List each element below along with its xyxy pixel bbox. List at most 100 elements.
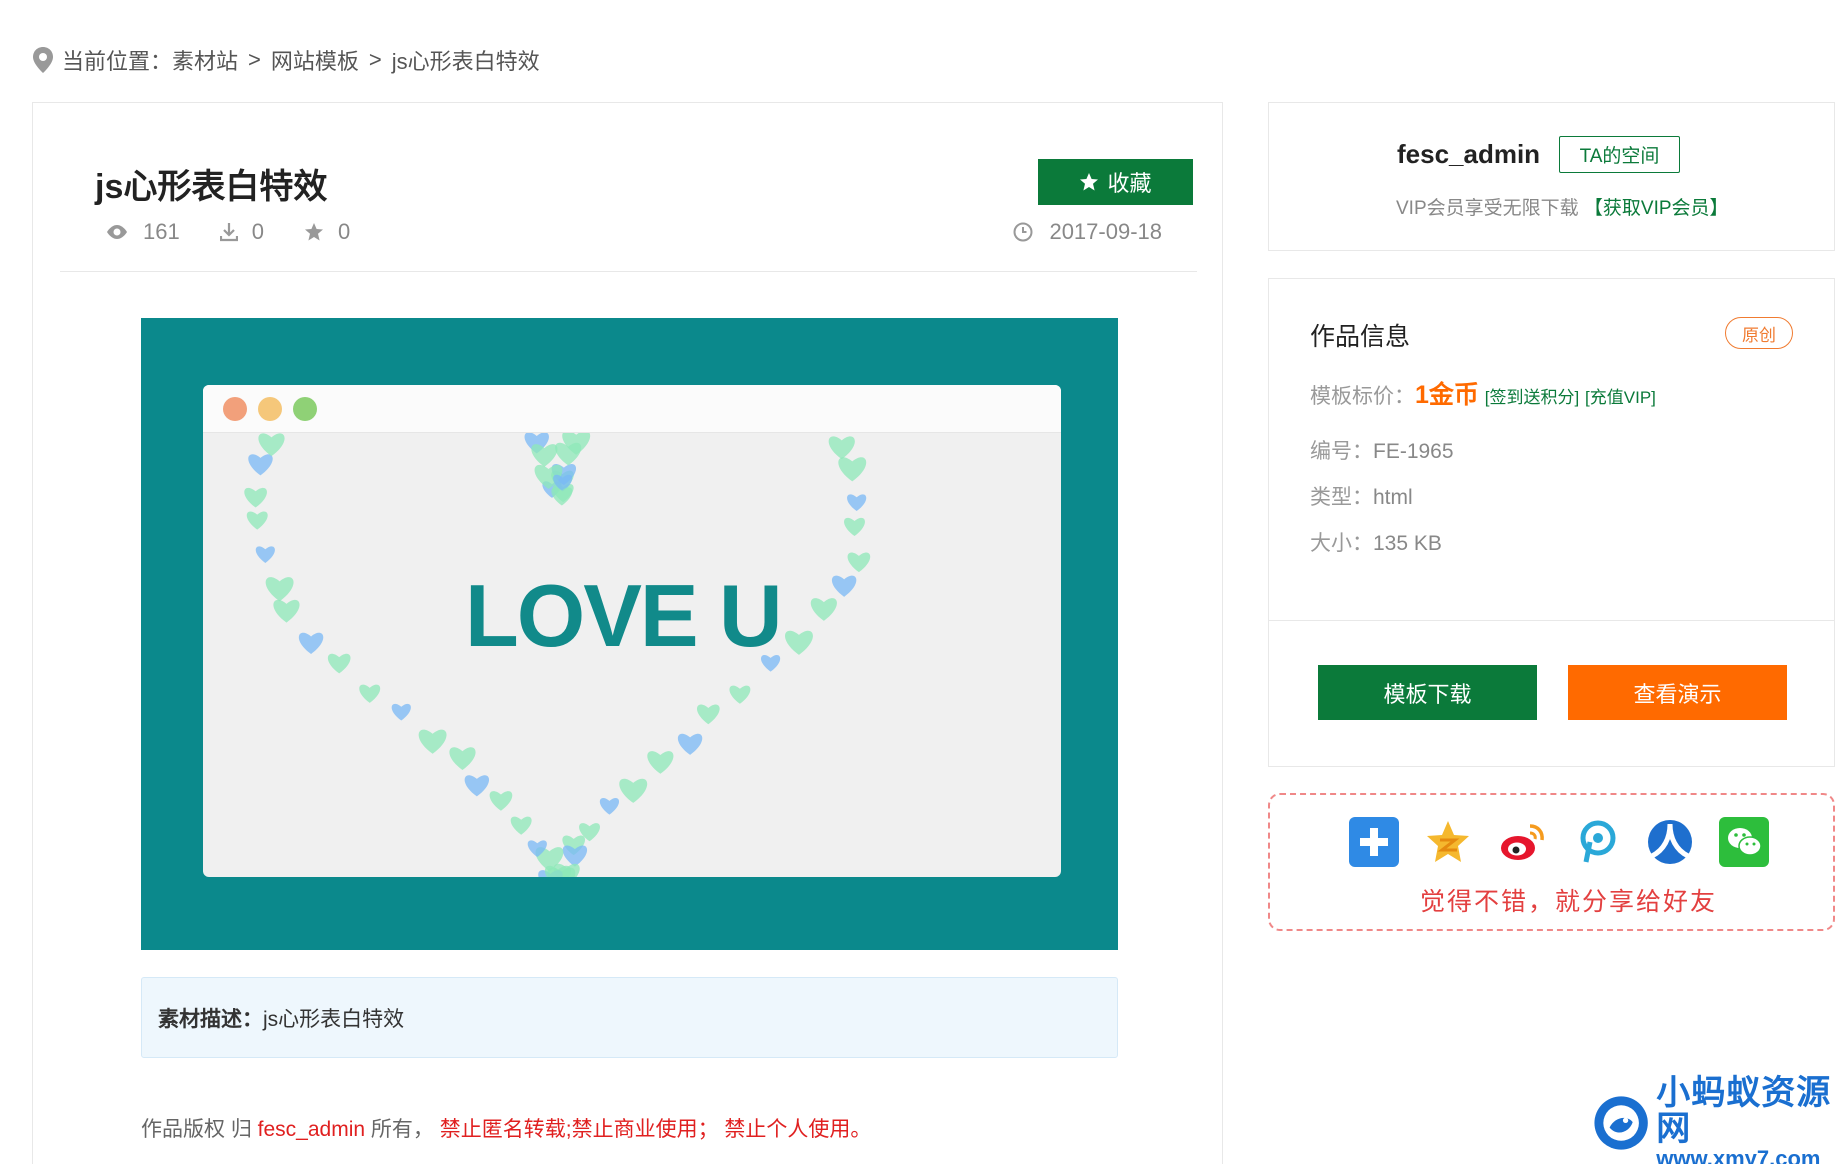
favorite-button[interactable]: 收藏 [1038, 159, 1193, 205]
size-row: 大小：135 KB [1310, 527, 1442, 557]
heart-shape [246, 511, 268, 530]
heart-shape [729, 685, 751, 704]
heart-shape [510, 816, 532, 835]
breadcrumb-separator: > [368, 47, 382, 72]
window-dot-yellow [258, 396, 282, 421]
price-value: 1金币 [1415, 381, 1479, 409]
location-pin-icon [33, 47, 53, 73]
star-icon [304, 223, 323, 241]
copyright-prefix: 作品版权 归 [141, 1118, 258, 1141]
share-box: 觉得不错，就分享给好友 [1268, 793, 1835, 931]
description-value: js心形表白特效 [263, 1007, 405, 1031]
description-box: 素材描述： js心形表白特效 [141, 977, 1118, 1058]
type-value: html [1373, 486, 1413, 509]
heart-shape [489, 791, 513, 811]
recharge-vip-link[interactable]: [充值VIP] [1585, 388, 1656, 407]
ant-logo-icon [1594, 1096, 1648, 1150]
date-value: 2017-09-18 [1049, 219, 1162, 244]
heart-shape [599, 797, 620, 815]
heart-shape [248, 454, 273, 476]
heart-shape [677, 733, 703, 755]
copyright-middle: 所有， [365, 1118, 440, 1141]
stars-stat: 0 [304, 219, 350, 245]
heart-shape [418, 729, 447, 754]
description-label: 素材描述： [158, 1007, 263, 1031]
downloads-stat: 0 [219, 219, 264, 245]
breadcrumb-prefix: 当前位置： [62, 49, 173, 74]
heart-shape [255, 546, 275, 563]
size-label: 大小： [1310, 532, 1373, 555]
id-label: 编号： [1310, 440, 1373, 463]
downloads-count: 0 [251, 219, 264, 244]
watermark-text: 小蚂蚁资源网 www.xmy7.com [1656, 1075, 1843, 1164]
heart-shape [838, 457, 867, 482]
author-box: fesc_admin TA的空间 VIP会员享受无限下载 【获取VIP会员】 [1268, 102, 1835, 251]
heart-shape [391, 703, 411, 721]
type-label: 类型： [1310, 486, 1373, 509]
vip-text: VIP会员享受无限下载 [1396, 198, 1579, 219]
price-label: 模板标价： [1310, 385, 1415, 408]
info-title: 作品信息 [1310, 323, 1411, 351]
qzone-icon[interactable] [1423, 817, 1473, 867]
views-count: 161 [143, 219, 180, 244]
heart-shape [258, 433, 285, 457]
template-download-button[interactable]: 模板下载 [1318, 665, 1537, 720]
heart-shape [298, 632, 324, 654]
preview-image: LOVE U [141, 318, 1118, 950]
type-row: 类型：html [1310, 481, 1413, 511]
breadcrumb-separator: > [248, 47, 261, 72]
view-demo-button[interactable]: 查看演示 [1568, 665, 1787, 720]
author-space-button[interactable]: TA的空间 [1559, 136, 1680, 173]
author-name: fesc_admin [1397, 139, 1541, 169]
star-icon [1080, 173, 1099, 191]
watermark: 小蚂蚁资源网 www.xmy7.com [1590, 1075, 1843, 1164]
breadcrumb-link-sucaizhan[interactable]: 素材站 [172, 44, 238, 76]
renren-icon[interactable] [1645, 817, 1695, 867]
weibo-icon[interactable] [1497, 817, 1547, 867]
breadcrumb-link-templates[interactable]: 网站模板 [271, 44, 359, 76]
publish-date: 2017-09-18 [1013, 219, 1162, 245]
size-value: 135 KB [1373, 532, 1442, 555]
price-row: 模板标价：1金币 [签到送积分] [充值VIP] [1310, 375, 1656, 411]
heart-shape [464, 775, 490, 797]
heart-shape [810, 598, 837, 621]
original-badge: 原创 [1725, 317, 1793, 349]
heart-shape [531, 444, 558, 467]
eye-icon [107, 225, 127, 239]
share-icons [1349, 817, 1793, 867]
browser-mockup: LOVE U [203, 385, 1061, 877]
wechat-icon[interactable] [1719, 817, 1769, 867]
heart-shape [785, 630, 813, 655]
heart-shape [831, 575, 857, 597]
stats-bar: 161 0 0 [105, 219, 390, 245]
page-title: js心形表白特效 [95, 168, 328, 206]
pengyou-icon[interactable] [1571, 817, 1621, 867]
heart-shape [265, 577, 294, 602]
share-text: 觉得不错，就分享给好友 [1420, 888, 1718, 916]
sign-in-link[interactable]: [签到送积分] [1485, 388, 1579, 407]
views-stat: 161 [105, 219, 180, 245]
copyright-owner: fesc_admin [257, 1118, 366, 1141]
clock-icon [1013, 222, 1033, 242]
copyright-restriction: 禁止匿名转载;禁止商业使用； 禁止个人使用。 [439, 1118, 872, 1141]
heart-shape [696, 704, 720, 725]
window-dot-green [293, 396, 317, 421]
heart-shape [844, 517, 865, 536]
watermark-title: 小蚂蚁资源网 [1656, 1074, 1832, 1148]
id-row: 编号：FE-1965 [1310, 435, 1454, 465]
header-divider [60, 271, 1197, 272]
stars-count: 0 [337, 219, 351, 244]
favorite-label: 收藏 [1107, 171, 1152, 196]
window-dot-red [223, 396, 247, 421]
love-text: LOVE U [465, 566, 783, 665]
vip-line: VIP会员享受无限下载 【获取VIP会员】 [1396, 193, 1729, 220]
plus-share-icon[interactable] [1349, 817, 1399, 867]
breadcrumb-link-current[interactable]: js心形表白特效 [392, 44, 540, 76]
id-value: FE-1965 [1373, 440, 1454, 463]
work-info-box: 作品信息 原创 模板标价：1金币 [签到送积分] [充值VIP] 编号：FE-1… [1268, 278, 1835, 767]
watermark-url: www.xmy7.com [1656, 1146, 1821, 1164]
get-vip-link[interactable]: 【获取VIP会员】 [1584, 198, 1729, 219]
heart-shape [847, 552, 871, 573]
breadcrumb: 当前位置： 素材站 > 网站模板 > js心形表白特效 [32, 44, 540, 76]
browser-titlebar [203, 385, 1061, 433]
